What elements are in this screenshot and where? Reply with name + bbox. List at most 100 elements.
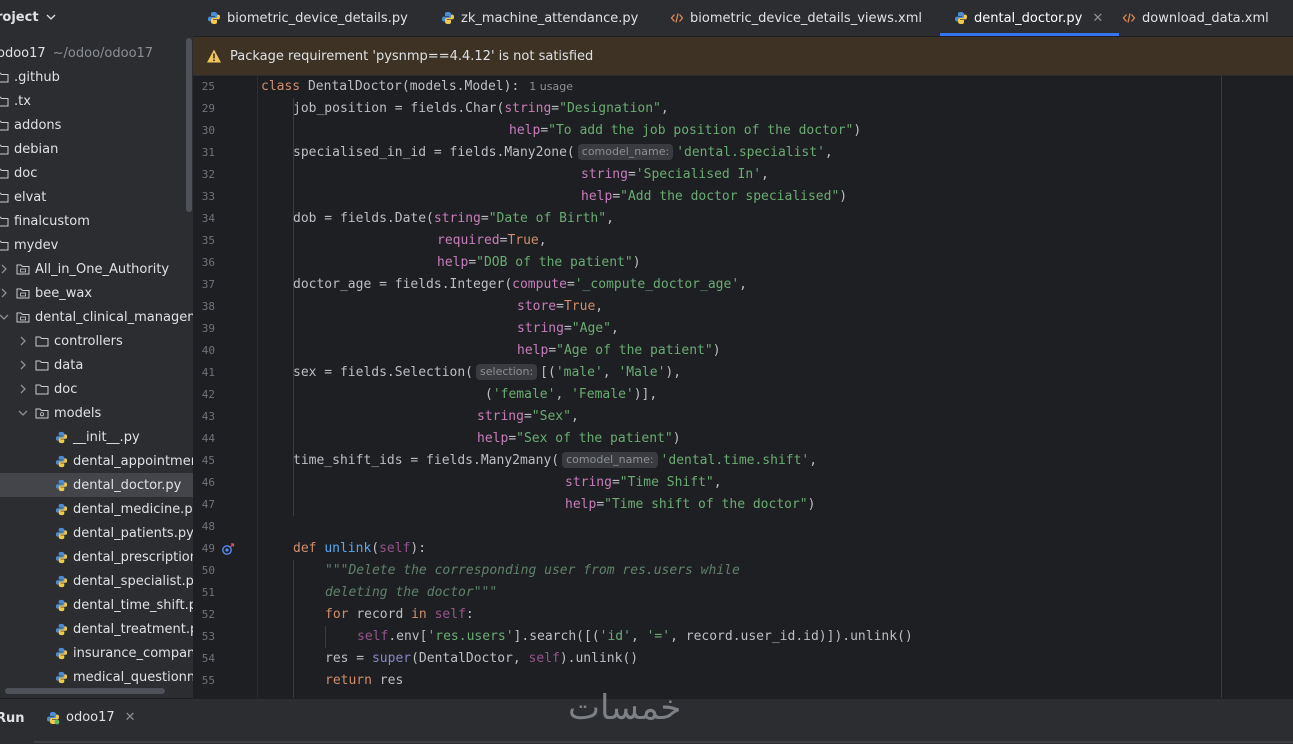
line-number: 55: [201, 674, 215, 687]
module-folder-icon: [16, 312, 30, 323]
tree-item-module[interactable]: bee_wax: [0, 281, 193, 305]
code-text: def unlink(self):: [293, 541, 427, 556]
tab-download-data[interactable]: download_data.xml: [1122, 0, 1269, 36]
project-title: roject: [0, 9, 39, 25]
tree-item-label: .tx: [14, 93, 31, 109]
tree-item-file[interactable]: dental_treatment.py: [0, 617, 193, 641]
line-number: 53: [201, 630, 215, 643]
tree-item-folder[interactable]: debian: [0, 137, 193, 161]
code-line: 38 store=True,: [193, 296, 1293, 318]
code-text: sex = fields.Selection(selection: [('male…: [293, 364, 682, 380]
code-line: 34 dob = fields.Date(string="Date of Bir…: [193, 208, 1293, 230]
project-header[interactable]: roject: [0, 0, 193, 34]
code-line: 51 deleting the doctor""": [193, 582, 1293, 604]
code-line: 35 required=True,: [193, 230, 1293, 252]
close-icon[interactable]: ✕: [1092, 11, 1103, 26]
tree-item-root[interactable]: odoo17 ~/odoo/odoo17: [0, 41, 193, 65]
tree-item-folder[interactable]: addons: [0, 113, 193, 137]
code-text: help="Add the doctor specialised"): [581, 189, 848, 204]
code-editor[interactable]: 25 class DentalDoctor(models.Model): 1 us…: [193, 76, 1293, 698]
tree-item-folder[interactable]: doc: [0, 377, 193, 401]
chevron-right-icon[interactable]: [0, 287, 10, 299]
code-line: 36 help="DOB of the patient"): [193, 252, 1293, 274]
tree-item-folder[interactable]: doc: [0, 161, 193, 185]
code-text: help="DOB of the patient"): [437, 255, 641, 270]
tree-item-folder[interactable]: mydev: [0, 233, 193, 257]
tree-item-folder[interactable]: elvat: [0, 185, 193, 209]
line-number: 45: [201, 454, 215, 467]
module-folder-icon: [16, 264, 30, 275]
tree-item-file[interactable]: dental_prescription.py: [0, 545, 193, 569]
code-line: 50 """Delete the corresponding user from…: [193, 560, 1293, 582]
folder-icon: [0, 96, 9, 107]
line-number: 52: [201, 608, 215, 621]
code-text: specialised_in_id = fields.Many2one(como…: [293, 144, 833, 160]
code-line: 44 help="Sex of the patient"): [193, 428, 1293, 450]
code-text: for record in self:: [325, 607, 474, 622]
line-number: 37: [201, 278, 215, 291]
code-line: 55 return res: [193, 670, 1293, 692]
tree-item-file[interactable]: dental_time_shift.py: [0, 593, 193, 617]
tree-item-label: dental_clinical_management: [35, 309, 193, 325]
run-config-tab[interactable]: odoo17 ✕: [46, 710, 136, 725]
tree-item-file[interactable]: dental_appointment.py: [0, 449, 193, 473]
tree-item-file[interactable]: dental_medicine.py: [0, 497, 193, 521]
tree-item-label: dental_specialist.py: [73, 573, 193, 589]
code-line: 40 help="Age of the patient"): [193, 340, 1293, 362]
code-line: 31 specialised_in_id = fields.Many2one(c…: [193, 142, 1293, 164]
code-text: doctor_age = fields.Integer(compute='_co…: [293, 277, 747, 292]
sidebar-vertical-scrollbar[interactable]: [186, 38, 192, 212]
tab-dental-doctor[interactable]: dental_doctor.py ✕: [940, 0, 1120, 36]
code-text: string="Age",: [517, 321, 619, 336]
chevron-right-icon[interactable]: [17, 335, 29, 347]
line-number: 25: [201, 80, 215, 93]
tab-label: download_data.xml: [1142, 10, 1269, 26]
tree-item-folder[interactable]: data: [0, 353, 193, 377]
tree-item-file[interactable]: __init__.py: [0, 425, 193, 449]
folder-icon: [0, 72, 9, 83]
code-line: 52 for record in self:: [193, 604, 1293, 626]
tree-item-file[interactable]: insurance_company.py: [0, 641, 193, 665]
tab-label: zk_machine_attendance.py: [461, 10, 639, 26]
chevron-right-icon[interactable]: [0, 263, 10, 275]
tree-item-label: mydev: [14, 237, 59, 253]
tree-item-file[interactable]: medical_questionnaire.py: [0, 665, 193, 689]
override-method-icon[interactable]: [221, 542, 235, 556]
chevron-right-icon[interactable]: [17, 359, 29, 371]
usage-hint[interactable]: 1 usage: [529, 80, 573, 93]
tree-item-folder[interactable]: controllers: [0, 329, 193, 353]
close-icon[interactable]: ✕: [125, 710, 136, 725]
tree-item-label: debian: [14, 141, 59, 157]
tab-biometric-device-details-views[interactable]: biometric_device_details_views.xml: [670, 0, 922, 36]
python-icon: [955, 12, 967, 24]
chevron-down-icon[interactable]: [45, 11, 57, 23]
tree-item-folder[interactable]: .github: [0, 65, 193, 89]
warning-icon: [207, 49, 221, 63]
tree-item-label: addons: [14, 117, 62, 133]
chevron-right-icon[interactable]: [17, 383, 29, 395]
code-text: job_position = fields.Char(string="Desig…: [293, 101, 669, 116]
tree-item-label: dental_medicine.py: [73, 501, 193, 517]
tree-item-label: medical_questionnaire.py: [73, 669, 193, 685]
code-line: 43 string="Sex",: [193, 406, 1293, 428]
line-number: 33: [201, 190, 215, 203]
line-number: 50: [201, 564, 215, 577]
code-line: 25 class DentalDoctor(models.Model): 1 us…: [193, 76, 1293, 98]
tree-item-module[interactable]: dental_clinical_management: [0, 305, 193, 329]
chevron-down-icon[interactable]: [0, 311, 10, 323]
tab-biometric-device-details[interactable]: biometric_device_details.py: [207, 0, 408, 36]
run-label[interactable]: Run: [0, 711, 25, 726]
tree-item-folder[interactable]: .tx: [0, 89, 193, 113]
chevron-down-icon[interactable]: [17, 407, 29, 419]
tree-item-file[interactable]: dental_specialist.py: [0, 569, 193, 593]
tree-item-file[interactable]: dental_patients.py: [0, 521, 193, 545]
tree-item-module[interactable]: All_in_One_Authority: [0, 257, 193, 281]
tab-zk-machine-attendance[interactable]: zk_machine_attendance.py: [441, 0, 638, 36]
tree-item-folder[interactable]: models: [0, 401, 193, 425]
tree-item-file-selected[interactable]: dental_doctor.py: [0, 473, 193, 497]
tree-item-label: doc: [54, 381, 78, 397]
sidebar-horizontal-scrollbar[interactable]: [5, 688, 165, 694]
tree-item-folder[interactable]: finalcustom: [0, 209, 193, 233]
code-line: 41 sex = fields.Selection(selection: [('m…: [193, 362, 1293, 384]
code-line: 33 help="Add the doctor specialised"): [193, 186, 1293, 208]
